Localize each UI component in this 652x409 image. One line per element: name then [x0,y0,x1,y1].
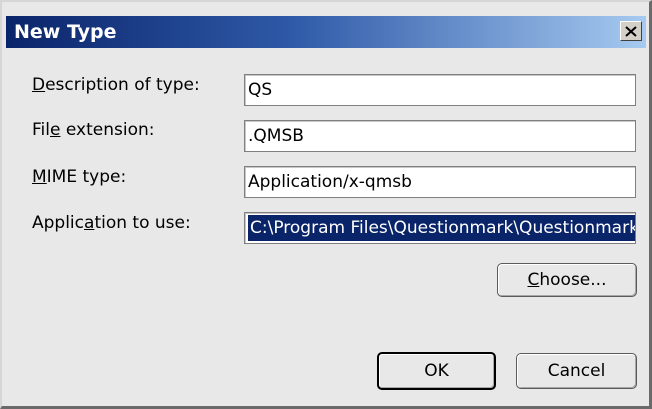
application-field[interactable]: C:\Program Files\Questionmark\Questionma… [244,212,636,244]
cancel-button[interactable]: Cancel [516,353,637,389]
title-bar[interactable]: New Type [6,16,646,48]
file-extension-label: File extension: [32,120,155,140]
description-label: Description of type: [32,75,200,95]
file-extension-field[interactable]: .QMSB [244,120,636,152]
description-field[interactable]: QS [244,74,636,106]
mime-type-label: MIME type: [32,167,127,187]
close-x-icon [625,25,637,37]
mime-type-field[interactable]: Application/x-qmsb [244,166,636,198]
close-button[interactable] [620,21,642,41]
new-type-dialog: New Type Description of type: QS File ex… [0,0,652,409]
ok-button[interactable]: OK [377,352,496,390]
choose-button[interactable]: Choose... [497,263,637,297]
dialog-title: New Type [14,21,117,43]
application-field-selected-text: C:\Program Files\Questionmark\Questionma… [248,215,635,241]
application-label: Application to use: [32,213,191,233]
